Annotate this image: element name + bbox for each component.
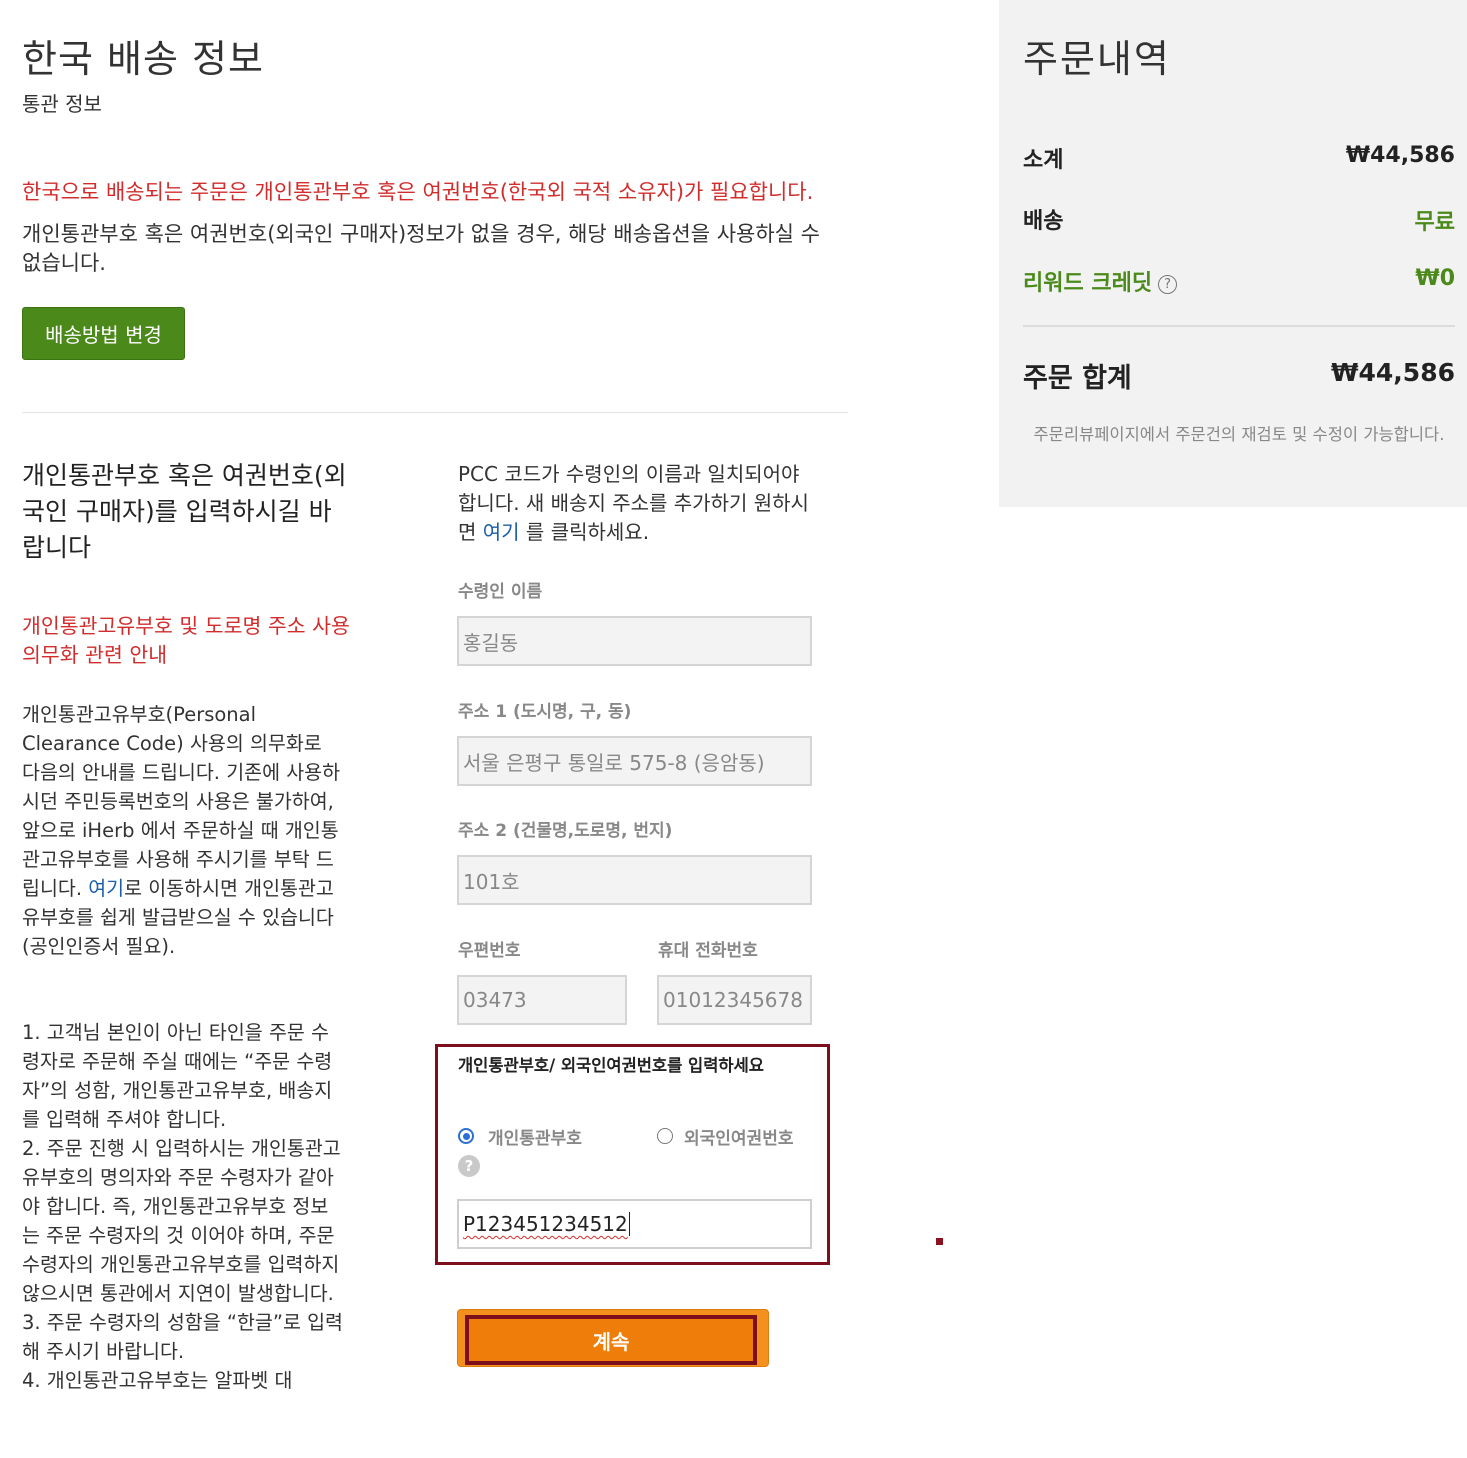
pcc-section-heading: 개인통관부호 혹은 여권번호(외국인 구매자)를 입력하시길 바랍니다 <box>22 461 347 562</box>
order-total-value: ₩44,586 <box>1330 358 1455 387</box>
subtotal-label: 소계 <box>1023 148 1064 173</box>
marker-dot <box>936 1238 943 1245</box>
recipient-name-label: 수령인 이름 <box>458 582 543 602</box>
address2-field[interactable]: 101호 <box>457 855 812 905</box>
zip-label: 우편번호 <box>458 941 521 961</box>
address1-field[interactable]: 서울 은평구 통일로 575-8 (응암동) <box>457 736 812 786</box>
radio-passport[interactable] <box>657 1128 673 1144</box>
shipping-option-info: 개인통관부호 혹은 여권번호(외국인 구매자)정보가 없을 경우, 해당 배송옵… <box>22 222 820 275</box>
pcc-input-title: 개인통관부호/ 외국인여권번호를 입력하세요 <box>458 1056 764 1075</box>
pcc-explanation-text: 개인통관고유부호(Personal Clearance Code) 사용의 의무… <box>22 703 341 900</box>
text-caret <box>628 1212 630 1236</box>
list-item: 3. 주문 수령자의 성함을 “한글”로 입력해 주시기 바랍니다. <box>22 1311 343 1363</box>
pcc-issue-link[interactable]: 여기 <box>88 877 124 900</box>
radio-pcc-label[interactable]: 개인통관부호 <box>488 1124 582 1149</box>
address2-label: 주소 2 (건물명,도로명, 번지) <box>458 821 673 841</box>
pcc-notice-link[interactable]: 개인통관고유부호 및 도로명 주소 사용 의무화 관련 안내 <box>22 612 352 670</box>
continue-button[interactable]: 계속 <box>465 1315 757 1365</box>
pcc-note-text-2: 를 클릭하세요. <box>519 520 650 544</box>
add-address-link[interactable]: 여기 <box>483 520 520 544</box>
shipping-value: 무료 <box>1414 210 1455 235</box>
rewards-credit-value: ₩0 <box>1415 266 1455 291</box>
radio-passport-label[interactable]: 외국인여권번호 <box>684 1124 793 1149</box>
address1-label: 주소 1 (도시명, 구, 동) <box>458 702 632 722</box>
pcc-instructions-list: 1. 고객님 본인이 아닌 타인을 주문 수령자로 주문해 주실 때에는 “주문… <box>22 1018 344 1395</box>
question-icon[interactable]: ? <box>1158 274 1178 294</box>
page-title: 한국 배송 정보 <box>22 37 264 81</box>
phone-label: 휴대 전화번호 <box>658 941 758 961</box>
help-icon[interactable]: ? <box>458 1155 480 1177</box>
order-summary-title: 주문내역 <box>1023 37 1171 81</box>
recipient-name-field[interactable]: 홍길동 <box>457 616 812 666</box>
summary-divider <box>1023 325 1455 327</box>
pcc-match-note: PCC 코드가 수령인의 이름과 일치되어야 합니다. 새 배송지 주소를 추가… <box>458 460 818 547</box>
list-item: 2. 주문 진행 시 입력하시는 개인통관고유부호의 명의자와 주문 수령자가 … <box>22 1137 341 1305</box>
change-shipping-button[interactable]: 배송방법 변경 <box>22 307 185 360</box>
pcc-number-value: P123451234512 <box>463 1212 628 1236</box>
order-total-label: 주문 합계 <box>1023 363 1132 394</box>
shipping-label: 배송 <box>1023 209 1064 234</box>
rewards-credit-label: 리워드 크레딧? <box>1023 265 1178 297</box>
page-subtitle: 통관 정보 <box>22 92 102 116</box>
summary-note: 주문리뷰페이지에서 주문건의 재검토 및 수정이 가능합니다. <box>1033 425 1445 444</box>
subtotal-value: ₩44,586 <box>1345 143 1455 168</box>
phone-field[interactable]: 01012345678 <box>657 975 812 1025</box>
rewards-credit-text: 리워드 크레딧 <box>1023 271 1153 296</box>
pcc-explanation: 개인통관고유부호(Personal Clearance Code) 사용의 의무… <box>22 700 342 961</box>
list-item: 1. 고객님 본인이 아닌 타인을 주문 수령자로 주문해 주실 때에는 “주문… <box>22 1021 333 1131</box>
list-item: 4. 개인통관고유부호는 알파벳 대 <box>22 1369 293 1392</box>
pcc-required-warning: 한국으로 배송되는 주문은 개인통관부호 혹은 여권번호(한국외 국적 소유자)… <box>22 180 814 204</box>
zip-field[interactable]: 03473 <box>457 975 627 1025</box>
section-divider <box>22 412 848 413</box>
pcc-number-field[interactable]: P123451234512 <box>457 1199 812 1249</box>
radio-pcc[interactable] <box>458 1128 474 1144</box>
